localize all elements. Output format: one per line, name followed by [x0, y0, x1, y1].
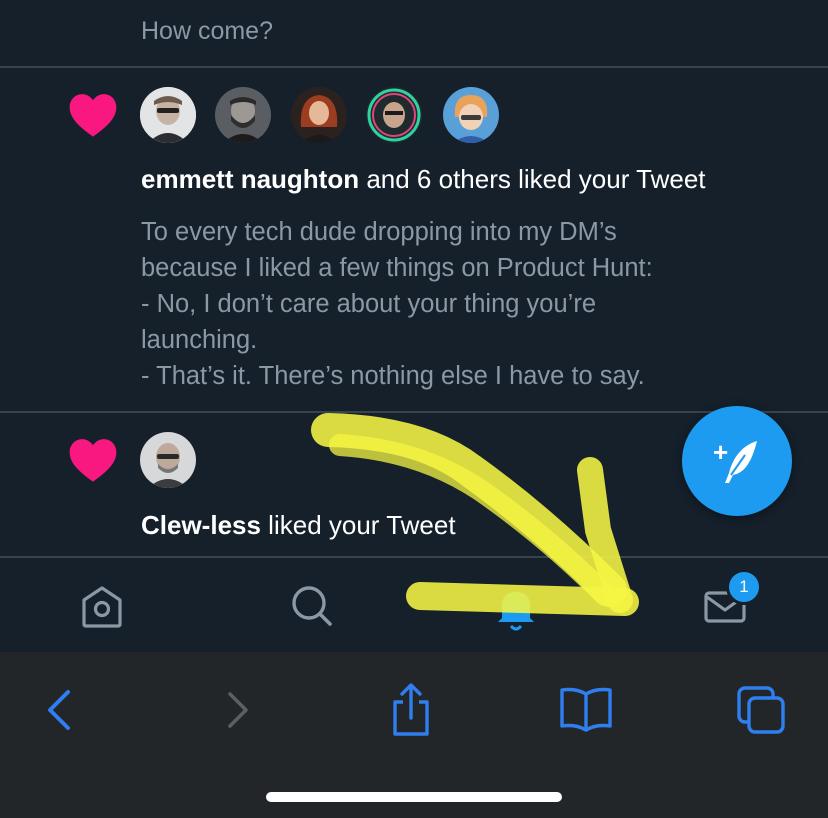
browser-toolbar — [0, 652, 828, 818]
share-icon[interactable] — [381, 680, 441, 740]
bookmarks-icon[interactable] — [556, 680, 616, 740]
home-indicator — [266, 792, 562, 802]
avatar-2[interactable] — [215, 87, 271, 143]
heart-icon — [69, 94, 117, 137]
username[interactable]: emmett naughton — [141, 164, 359, 194]
avatar-1[interactable] — [140, 87, 196, 143]
compose-plus-glyph: + — [713, 437, 728, 467]
liked-tweet-text[interactable]: To every tech dude dropping into my DM’s… — [141, 214, 801, 394]
avatar-3[interactable] — [291, 87, 347, 143]
tweet-line: launching. — [141, 326, 258, 354]
previous-tweet-text: How come? — [141, 17, 273, 45]
tabs-icon[interactable] — [731, 680, 791, 740]
search-icon[interactable] — [283, 578, 339, 634]
tweet-line: - No, I don’t care about your thing you’… — [141, 290, 597, 318]
notification-action: and 6 others liked your Tweet — [359, 164, 706, 194]
divider — [0, 411, 828, 413]
avatar-1[interactable] — [140, 432, 196, 488]
messages-unread-badge: 1 — [726, 569, 762, 605]
tweet-line: because I liked a few things on Product … — [141, 254, 653, 282]
compose-tweet-button[interactable]: + — [682, 406, 792, 516]
compose-feather-icon: + — [713, 437, 757, 483]
avatar-5[interactable] — [443, 87, 499, 143]
bell-icon[interactable] — [488, 578, 544, 634]
divider — [0, 66, 828, 68]
home-icon[interactable] — [74, 578, 130, 634]
back-icon[interactable] — [30, 680, 90, 740]
avatar-4[interactable] — [366, 87, 422, 143]
forward-icon[interactable] — [208, 680, 268, 740]
tweet-line: - That’s it. There’s nothing else I have… — [141, 362, 645, 390]
heart-icon — [69, 439, 117, 482]
notification-action: liked your Tweet — [260, 510, 456, 540]
tweet-line: To every tech dude dropping into my DM’s — [141, 218, 617, 246]
username[interactable]: Clew-less — [141, 510, 261, 540]
notification-headline: emmett naughton and 6 others liked your … — [141, 162, 706, 196]
notification-headline: Clew-less liked your Tweet — [141, 508, 456, 542]
twitter-tab-bar — [0, 556, 828, 654]
